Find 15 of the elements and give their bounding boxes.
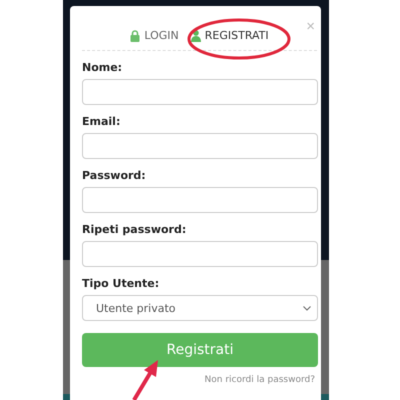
- field-label: Tipo Utente:: [82, 277, 160, 290]
- field-label: Email:: [82, 115, 122, 128]
- field-label: Ripeti password:: [82, 223, 188, 236]
- input-field[interactable]: [82, 241, 318, 267]
- user-type-select[interactable]: Utente privato: [82, 295, 318, 321]
- dialog-tab[interactable]: LOGIN: [128, 25, 181, 46]
- input-field[interactable]: [82, 79, 318, 105]
- field-label: Nome:: [82, 61, 124, 74]
- lock-icon: [130, 30, 140, 42]
- user-icon: [190, 30, 201, 42]
- input-field[interactable]: [82, 133, 318, 159]
- input-field[interactable]: [82, 187, 318, 213]
- field-label: Password:: [82, 169, 147, 182]
- chevron-icon: [303, 306, 311, 310]
- forgot-password-link[interactable]: Non ricordi la password?: [204, 375, 315, 385]
